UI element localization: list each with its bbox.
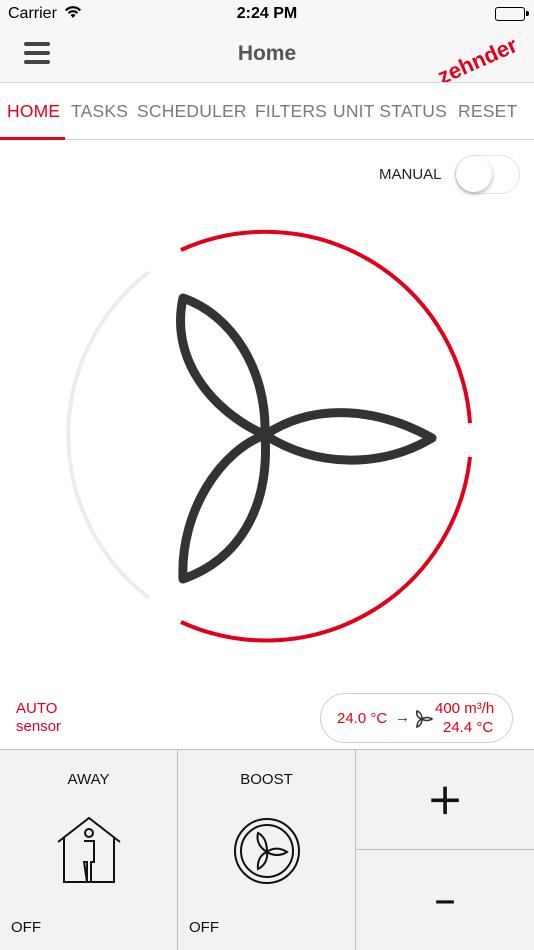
mode-label: AUTO — [16, 700, 58, 717]
logo-text: zehnder — [434, 32, 522, 82]
boost-button[interactable]: BOOST OFF — [178, 750, 356, 950]
tab-unit-status[interactable]: UNIT STATUS — [333, 101, 447, 122]
outlet-temp: 24.4 °C — [443, 719, 494, 736]
manual-toggle[interactable] — [455, 155, 520, 194]
tab-home[interactable]: HOME — [7, 101, 60, 122]
fan-icon — [176, 293, 437, 584]
active-tab-indicator — [0, 137, 65, 140]
manual-label: MANUAL — [379, 166, 442, 183]
house-person-icon — [57, 816, 121, 883]
tab-tasks[interactable]: TASKS — [71, 101, 128, 122]
control-panel: AWAY OFF BOOST OFF + – — [0, 749, 534, 950]
decrease-button[interactable]: – — [356, 850, 534, 950]
tab-filters[interactable]: FILTERS — [255, 101, 327, 122]
mini-fan-icon — [415, 709, 434, 729]
away-label: AWAY — [67, 771, 110, 788]
battery-icon — [495, 7, 529, 21]
status-bar: Carrier 2:24 PM — [0, 0, 534, 28]
nav-bar: Home zehnder — [0, 28, 534, 83]
boost-state: OFF — [189, 919, 219, 936]
increase-button[interactable]: + — [356, 750, 534, 850]
away-button[interactable]: AWAY OFF — [0, 750, 178, 950]
away-state: OFF — [11, 919, 41, 936]
zehnder-logo: zehnder — [434, 32, 522, 82]
mode-indicator: AUTO sensor — [16, 700, 61, 736]
dial-inactive-arc — [66, 270, 151, 600]
tab-scheduler[interactable]: SCHEDULER — [137, 101, 247, 122]
boost-label: BOOST — [240, 771, 293, 788]
mode-source: sensor — [16, 718, 62, 735]
arrow-icon: → — [395, 709, 410, 726]
minus-icon: – — [434, 874, 456, 925]
fan-speed-dial[interactable] — [52, 220, 482, 650]
airflow-value: 400 m³/h — [435, 700, 495, 717]
climate-info-pill[interactable]: 24.0 °C → 400 m³/h 24.4 °C — [320, 693, 513, 743]
toggle-knob — [456, 156, 492, 192]
plus-icon: + — [426, 774, 464, 825]
tab-reset[interactable]: RESET — [458, 101, 517, 122]
inlet-temp: 24.0 °C — [337, 710, 388, 727]
boost-fan-icon — [234, 818, 300, 884]
clock: 2:24 PM — [236, 5, 298, 22]
tab-bar: HOME TASKS SCHEDULER FILTERS UNIT STATUS… — [0, 84, 534, 140]
